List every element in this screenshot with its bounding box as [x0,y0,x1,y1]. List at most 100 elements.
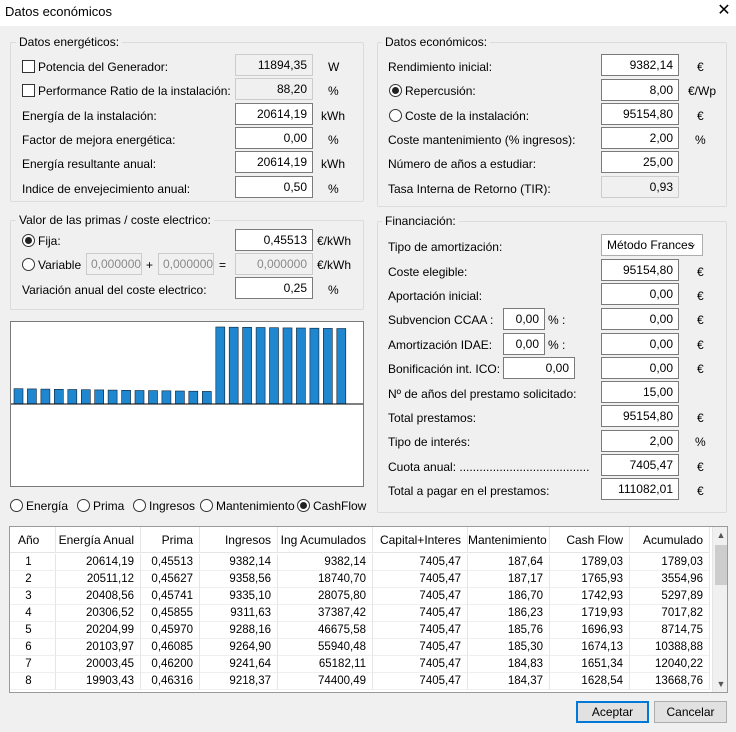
installation-cost-field[interactable]: 95154,80 [601,103,679,125]
cancel-button[interactable]: Cancelar [654,701,727,723]
chart-bar [255,327,266,405]
col-header[interactable]: Ingresos [200,527,278,553]
repercusion-field[interactable]: 8,00 [601,79,679,101]
chart-radio-energia[interactable] [10,499,23,512]
table-cell: 187,17 [468,571,550,588]
idae-amortization-unit: € [697,338,704,352]
aging-index-field[interactable]: 0,50 [235,176,313,198]
chart-bar [107,389,118,405]
initial-yield-label: Rendimiento inicial: [388,60,493,74]
col-header[interactable]: Mantenimiento [468,527,550,553]
ico-bonus-pct-field[interactable]: 0,00 [503,357,575,379]
scroll-thumb[interactable] [715,545,727,585]
col-header[interactable]: Acumulado [630,527,710,553]
variable-radio[interactable] [22,258,35,271]
installation-energy-field[interactable]: 20614,19 [235,103,313,125]
table-row[interactable]: 7 20003,45 0,46200 9241,64 65182,11 7405,47 18… [10,656,710,673]
chart-bar [175,390,185,405]
table-cell: 186,23 [468,605,550,622]
chart-radio-cashflow[interactable] [297,499,310,512]
chart-radio-ingresos[interactable] [133,499,146,512]
table-row[interactable]: 6 20103,97 0,46085 9264,90 55940,48 7405,47 18… [10,639,710,656]
scroll-up-icon[interactable]: ▲ [713,527,727,543]
variable-result-field: 0,000000 [235,253,313,275]
maintenance-cost-unit: % [695,133,706,147]
maintenance-cost-field[interactable]: 2,00 [601,127,679,149]
interest-rate-field[interactable]: 2,00 [601,430,679,452]
annual-energy-field[interactable]: 20614,19 [235,151,313,173]
electric-cost-variation-unit: % [328,283,339,297]
performance-ratio-checkbox[interactable] [22,84,35,97]
installation-cost-unit: € [697,109,704,123]
table-row[interactable]: 1 20614,19 0,45513 9382,14 9382,14 7405,47 187… [10,554,710,571]
col-header[interactable]: Prima [141,527,200,553]
table-row[interactable]: 3 20408,56 0,45741 9335,10 28075,80 7405,47 18… [10,588,710,605]
chart-option-ingresos: Ingresos [149,499,196,513]
col-header[interactable]: Energía Anual [56,527,141,553]
table-cell: 0,46200 [141,656,200,673]
table-cell: 9311,63 [200,605,278,622]
table-row[interactable]: 5 20204,99 0,45970 9288,16 46675,58 7405,47 18… [10,622,710,639]
ico-bonus-field[interactable]: 0,00 [601,357,679,379]
table-cell: 185,30 [468,639,550,656]
irr-field: 0,93 [601,176,679,198]
eligible-cost-field[interactable]: 95154,80 [601,259,679,281]
table-cell: 186,70 [468,588,550,605]
fixed-premium-field[interactable]: 0,45513 [235,229,313,251]
chart-option-mantenimiento: Mantenimiento [216,499,295,513]
table-cell: 1789,03 [630,554,710,571]
study-years-field[interactable]: 25,00 [601,151,679,173]
amortization-type-select[interactable]: Método Frances ⌄ [601,234,703,256]
title-bar: Datos económicos ✕ [0,0,736,26]
col-header[interactable]: Cash Flow [550,527,630,553]
amortization-type-label: Tipo de amortización: [388,240,503,254]
chart-bar [81,389,91,405]
annual-fee-field[interactable]: 7405,47 [601,454,679,476]
chart-radio-prima[interactable] [77,499,90,512]
table-cell: 19903,43 [56,673,141,690]
ccaa-subsidy-field[interactable]: 0,00 [601,308,679,330]
col-header[interactable]: Año [10,527,56,553]
table-row[interactable]: 8 19903,43 0,46316 9218,37 74400,49 7405,47 18… [10,673,710,690]
table-cell: 65182,11 [278,656,373,673]
scroll-down-icon[interactable]: ▼ [713,676,727,692]
initial-yield-field[interactable]: 9382,14 [601,54,679,76]
table-cell: 37387,42 [278,605,373,622]
chart-radio-mantenimiento[interactable] [200,499,213,512]
loan-years-field[interactable]: 15,00 [601,381,679,403]
repercusion-radio[interactable] [389,84,402,97]
initial-contribution-field[interactable]: 0,00 [601,283,679,305]
table-scrollbar[interactable]: ▲ ▼ [712,527,727,692]
col-header[interactable]: Capital+Interes [373,527,468,553]
total-loans-label: Total prestamos: [388,411,477,425]
table-cell: 7405,47 [373,639,468,656]
improvement-factor-field[interactable]: 0,00 [235,127,313,149]
close-icon[interactable]: ✕ [716,2,732,20]
generator-power-unit: W [328,60,340,74]
variable-a-field: 0,000000 [86,253,142,275]
chevron-down-icon: ⌄ [687,238,697,250]
table-cell: 7405,47 [373,673,468,690]
table-cell: 12040,22 [630,656,710,673]
installation-cost-radio[interactable] [389,109,402,122]
table-cell: 7405,47 [373,588,468,605]
total-loans-field[interactable]: 95154,80 [601,405,679,427]
accept-button[interactable]: Aceptar [576,701,649,723]
electric-cost-variation-field[interactable]: 0,25 [235,277,313,299]
table-cell: 20511,12 [56,571,141,588]
table-row[interactable]: 2 20511,12 0,45627 9358,56 18740,70 7405,47 18… [10,571,710,588]
idae-amortization-pct-field[interactable]: 0,00 [503,333,545,355]
idae-amortization-field[interactable]: 0,00 [601,333,679,355]
eligible-cost-unit: € [697,265,704,279]
total-to-pay-field[interactable]: 111082,01 [601,478,679,500]
fixed-radio[interactable] [22,234,35,247]
table-cell: 7405,47 [373,605,468,622]
generator-power-checkbox[interactable] [22,60,35,73]
col-header[interactable]: Ing Acumulados [278,527,373,553]
chart-bar [309,327,320,405]
table-row[interactable]: 4 20306,52 0,45855 9311,63 37387,42 7405,47 18… [10,605,710,622]
maintenance-cost-label: Coste mantenimiento (% ingresos): [388,133,576,147]
ccaa-subsidy-pct-field[interactable]: 0,00 [503,308,545,330]
table-cell: 74400,49 [278,673,373,690]
table-cell: 18740,70 [278,571,373,588]
